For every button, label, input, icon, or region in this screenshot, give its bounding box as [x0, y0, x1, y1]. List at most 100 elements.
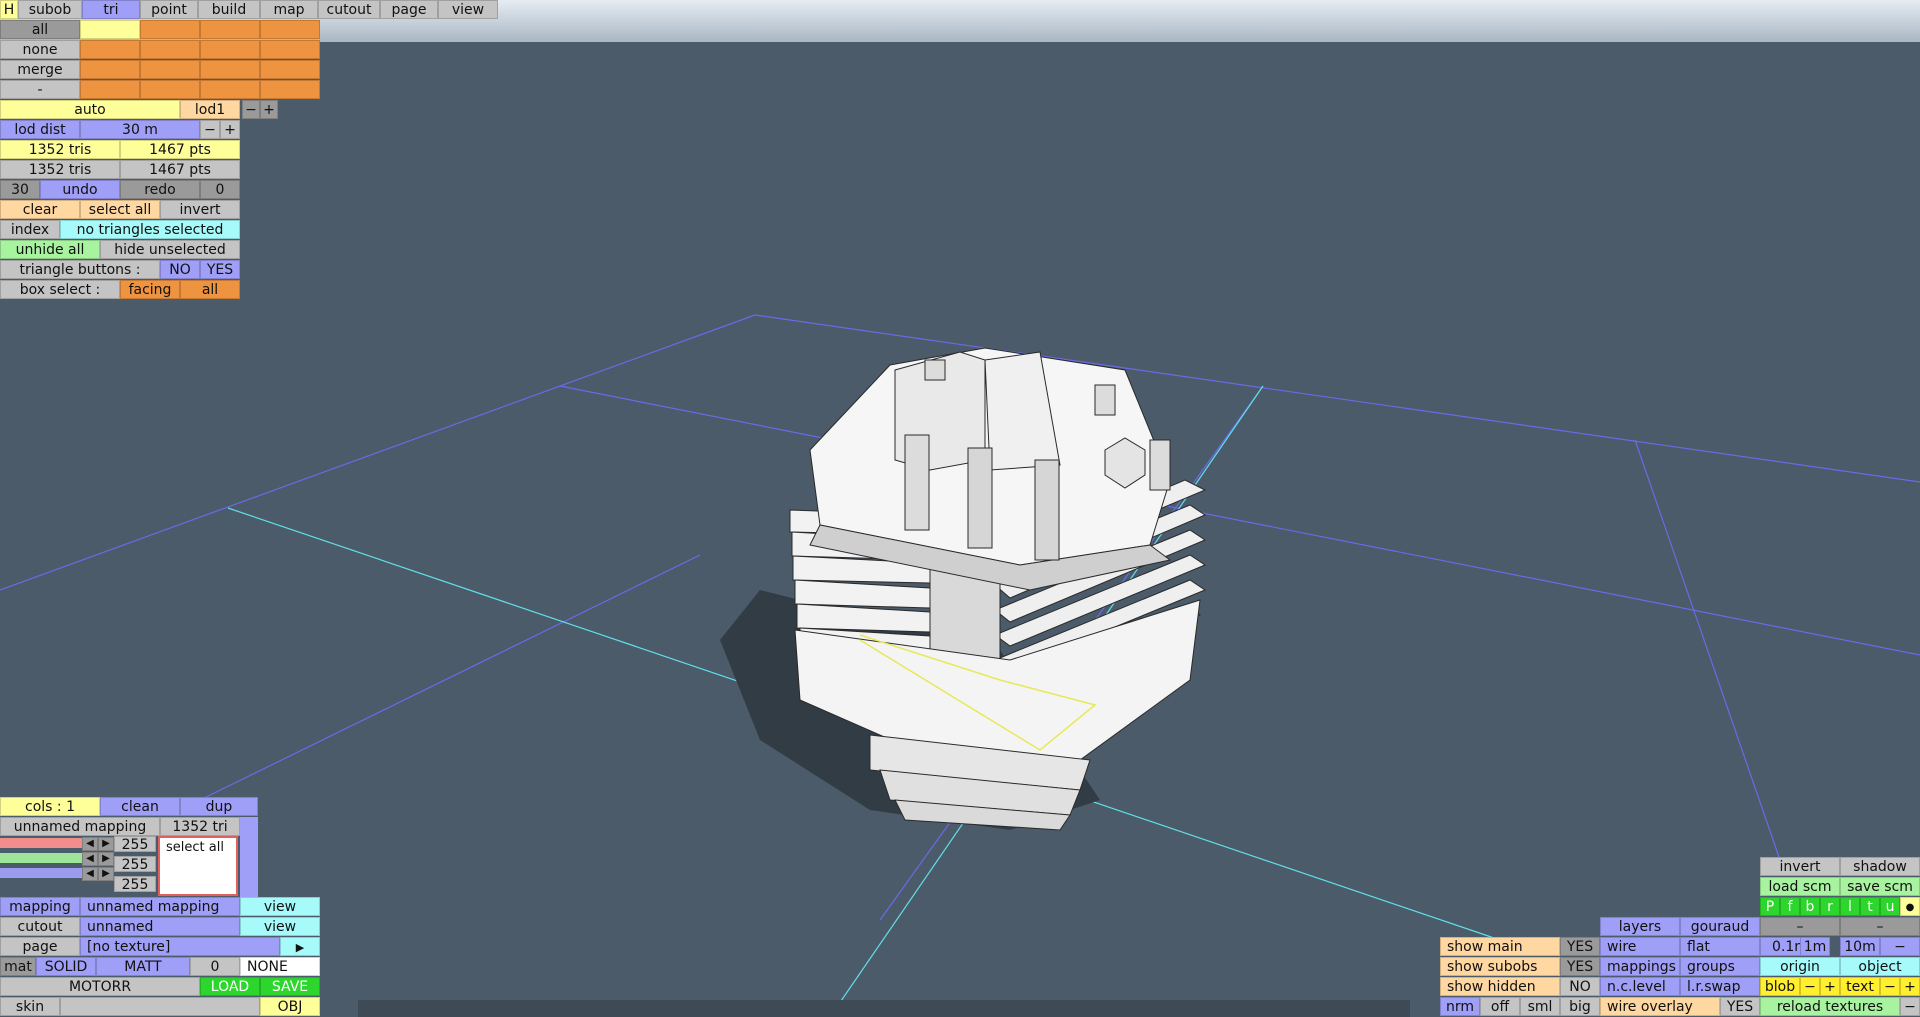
clean-button[interactable]: clean: [100, 797, 180, 816]
lod-dist-minus-button[interactable]: −: [200, 120, 220, 139]
red-right-arrow-icon[interactable]: ▶: [98, 837, 114, 851]
menu-cutout[interactable]: cutout: [318, 0, 380, 19]
grid-1m-button[interactable]: 1m: [1800, 937, 1830, 956]
lod-level-button[interactable]: lod1: [180, 100, 240, 119]
blue-left-arrow-icon[interactable]: ◀: [82, 867, 98, 881]
lod-dist-value[interactable]: 30 m: [80, 120, 200, 139]
menu-tri[interactable]: tri: [82, 0, 140, 19]
menu-view[interactable]: view: [438, 0, 498, 19]
skin-field[interactable]: [60, 997, 260, 1016]
unhide-all-button[interactable]: unhide all: [0, 240, 100, 259]
subob-none-button[interactable]: none: [0, 40, 80, 59]
nc-level-button[interactable]: n.c.level: [1600, 977, 1680, 996]
text-minus-button[interactable]: −: [1880, 977, 1900, 996]
red-slider[interactable]: [0, 838, 82, 848]
flag-b-button[interactable]: b: [1800, 897, 1820, 916]
menu-subob[interactable]: subob: [18, 0, 82, 19]
invert-selection-button[interactable]: invert: [160, 200, 240, 219]
cols-button[interactable]: cols : 1: [0, 797, 100, 816]
mat-none-field[interactable]: NONE: [240, 957, 320, 976]
redo-button[interactable]: redo: [120, 180, 200, 199]
show-hidden-toggle[interactable]: NO: [1560, 977, 1600, 996]
select-all-button[interactable]: select all: [80, 200, 160, 219]
flag-r-button[interactable]: r: [1820, 897, 1840, 916]
subob-merge-button[interactable]: merge: [0, 60, 80, 79]
flat-button[interactable]: flat: [1680, 937, 1760, 956]
subob-all-button[interactable]: all: [0, 20, 80, 39]
flag-u-button[interactable]: u: [1880, 897, 1900, 916]
subob-cell[interactable]: [200, 20, 260, 39]
dot-toggle-icon[interactable]: ●: [1900, 897, 1920, 916]
cutout-value[interactable]: unnamed: [80, 917, 240, 936]
subob-cell[interactable]: [140, 20, 200, 39]
text-plus-button[interactable]: +: [1900, 977, 1920, 996]
subob-cell[interactable]: [200, 40, 260, 59]
off-button[interactable]: off: [1480, 997, 1520, 1016]
object-button[interactable]: object: [1840, 957, 1920, 976]
mapping-list-item[interactable]: select all: [160, 838, 236, 857]
clear-button[interactable]: clear: [0, 200, 80, 219]
flag-f-button[interactable]: f: [1780, 897, 1800, 916]
origin-button[interactable]: origin: [1760, 957, 1840, 976]
dup-button[interactable]: dup: [180, 797, 258, 816]
text-button[interactable]: text: [1840, 977, 1880, 996]
gouraud-button[interactable]: gouraud: [1680, 917, 1760, 936]
menu-build[interactable]: build: [198, 0, 260, 19]
lod-auto-button[interactable]: auto: [0, 100, 180, 119]
big-button[interactable]: big: [1560, 997, 1600, 1016]
save-scm-button[interactable]: save scm: [1840, 877, 1920, 896]
wire-button[interactable]: wire: [1600, 937, 1680, 956]
invert-button[interactable]: invert: [1760, 857, 1840, 876]
mapping-view-button[interactable]: view: [240, 897, 320, 916]
menu-point[interactable]: point: [140, 0, 198, 19]
blue-right-arrow-icon[interactable]: ▶: [98, 867, 114, 881]
mappings-button[interactable]: mappings: [1600, 957, 1680, 976]
box-select-all[interactable]: all: [180, 280, 240, 299]
blob-minus-button[interactable]: −: [1800, 977, 1820, 996]
box-select-facing[interactable]: facing: [120, 280, 180, 299]
show-main-toggle[interactable]: YES: [1560, 937, 1600, 956]
nrm-button[interactable]: nrm: [1440, 997, 1480, 1016]
subob-cell[interactable]: [260, 20, 320, 39]
load-scm-button[interactable]: load scm: [1760, 877, 1840, 896]
groups-button[interactable]: groups: [1680, 957, 1760, 976]
index-button[interactable]: index: [0, 220, 60, 239]
subob-cell[interactable]: [200, 60, 260, 79]
subob-dash-button[interactable]: -: [0, 80, 80, 99]
green-left-arrow-icon[interactable]: ◀: [82, 852, 98, 866]
hide-unselected-button[interactable]: hide unselected: [100, 240, 240, 259]
load-button[interactable]: LOAD: [200, 977, 260, 996]
lod-minus-button[interactable]: −: [242, 100, 260, 119]
subob-cell[interactable]: [140, 80, 200, 99]
subob-cell[interactable]: [80, 80, 140, 99]
save-button[interactable]: SAVE: [260, 977, 320, 996]
flag-l-button[interactable]: l: [1840, 897, 1860, 916]
lod-plus-button[interactable]: +: [260, 100, 278, 119]
blob-button[interactable]: blob: [1760, 977, 1800, 996]
mapping-list[interactable]: select all: [158, 836, 238, 896]
green-right-arrow-icon[interactable]: ▶: [98, 852, 114, 866]
reload-textures-button[interactable]: reload textures: [1760, 997, 1900, 1016]
3d-viewport[interactable]: [0, 0, 1920, 1017]
triangle-buttons-no[interactable]: NO: [160, 260, 200, 279]
blob-plus-button[interactable]: +: [1820, 977, 1840, 996]
subob-cell[interactable]: [80, 40, 140, 59]
lr-swap-button[interactable]: l.r.swap: [1680, 977, 1760, 996]
green-slider[interactable]: [0, 853, 82, 863]
flag-t-button[interactable]: t: [1860, 897, 1880, 916]
subob-cell[interactable]: [140, 40, 200, 59]
reload-minus-button[interactable]: −: [1900, 997, 1920, 1016]
subob-cell[interactable]: [260, 40, 320, 59]
page-value[interactable]: [no texture]: [80, 937, 280, 956]
mat-solid-button[interactable]: SOLID: [36, 957, 96, 976]
menu-map[interactable]: map: [260, 0, 318, 19]
obj-button[interactable]: OBJ: [260, 997, 320, 1016]
dash-right-button[interactable]: –: [1840, 917, 1920, 936]
mapping-scrollbar[interactable]: [240, 817, 258, 897]
menu-page[interactable]: page: [380, 0, 438, 19]
show-subobs-toggle[interactable]: YES: [1560, 957, 1600, 976]
layers-button[interactable]: layers: [1600, 917, 1680, 936]
cutout-view-button[interactable]: view: [240, 917, 320, 936]
subob-cell[interactable]: [140, 60, 200, 79]
blue-slider[interactable]: [0, 868, 82, 878]
